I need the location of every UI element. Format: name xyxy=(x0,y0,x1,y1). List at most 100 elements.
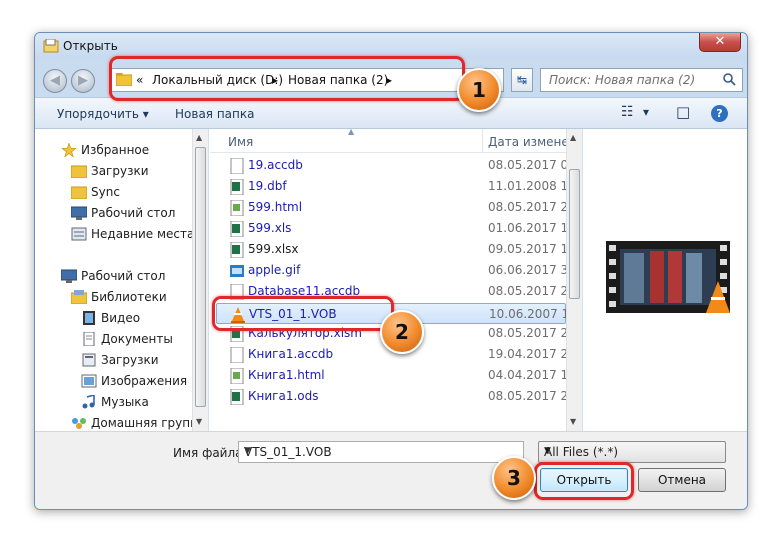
excel-file-icon xyxy=(230,389,244,405)
file-row[interactable]: 19.accdb 08.05.2017 0:19 xyxy=(210,155,566,176)
documents-icon xyxy=(83,332,95,346)
video-preview-thumbnail xyxy=(606,241,730,313)
library-icon xyxy=(71,290,87,304)
downloads-icon xyxy=(82,353,96,367)
back-button[interactable]: ◀ xyxy=(43,69,67,93)
content-area: Избранное Загрузки Sync Рабочий стол Нед… xyxy=(35,127,747,431)
excel-file-icon xyxy=(230,179,244,195)
close-button[interactable]: ✕ xyxy=(699,33,741,52)
html-file-icon xyxy=(230,200,244,216)
file-row[interactable]: Книга1.ods 08.05.2017 21:17 xyxy=(210,386,566,407)
star-icon xyxy=(61,143,77,157)
column-name[interactable]: Имя xyxy=(228,135,253,149)
nav-label: Загрузки xyxy=(101,353,159,367)
file-name: 599.xls xyxy=(248,221,292,235)
file-name: 19.accdb xyxy=(248,158,303,172)
nav-label: Недавние места xyxy=(91,227,195,241)
file-row[interactable]: 599.html 08.05.2017 21:45 xyxy=(210,197,566,218)
file-date: 09.05.2017 18:50 xyxy=(488,242,566,256)
step-badge-1: 1 xyxy=(457,68,501,112)
preview-pane-icon[interactable]: □ xyxy=(676,103,690,121)
search-box[interactable]: Поиск: Новая папка (2) xyxy=(540,68,743,92)
filetype-select[interactable]: All Files (*.*) ▼ xyxy=(538,441,726,463)
music-icon xyxy=(82,395,95,409)
scroll-down-arrow[interactable]: ▼ xyxy=(570,417,576,426)
forward-button[interactable]: ▶ xyxy=(71,69,95,93)
search-input[interactable]: Поиск: Новая папка (2) xyxy=(549,73,695,87)
nav-label: Музыка xyxy=(101,395,149,409)
nav-scrollbar[interactable]: ▲ ▼ xyxy=(192,129,208,431)
search-icon xyxy=(723,73,736,86)
annotation-highlight-file xyxy=(212,296,394,331)
command-bar: Упорядочить ▾ Новая папка ☷ ▾ □ ? xyxy=(35,97,747,129)
gif-file-icon xyxy=(230,265,244,277)
scroll-up-arrow[interactable]: ▲ xyxy=(570,133,576,142)
file-date: 11.01.2008 12:04 xyxy=(488,179,566,193)
file-name: 19.dbf xyxy=(248,179,287,193)
chevron-down-icon[interactable]: ▼ xyxy=(244,446,519,456)
file-name: Книга1.html xyxy=(248,368,325,382)
help-icon[interactable]: ? xyxy=(711,105,728,122)
step-badge-3: 3 xyxy=(492,456,536,500)
cancel-button[interactable]: Отмена xyxy=(638,468,726,492)
scroll-thumb[interactable] xyxy=(195,147,206,407)
file-date: 08.05.2017 21:17 xyxy=(488,389,566,403)
filename-input[interactable]: VTS_01_1.VOB ▼ xyxy=(238,441,524,463)
folder-icon xyxy=(71,165,87,178)
file-name: apple.gif xyxy=(248,263,301,277)
images-icon xyxy=(81,374,97,388)
file-row[interactable]: 19.dbf 11.01.2008 12:04 xyxy=(210,176,566,197)
desktop-icon xyxy=(61,269,77,283)
file-date: 04.04.2017 13:45 xyxy=(488,368,566,382)
step-badge-2: 2 xyxy=(380,310,424,354)
scroll-up-arrow[interactable]: ▲ xyxy=(196,133,202,142)
navigation-pane: Избранное Загрузки Sync Рабочий стол Нед… xyxy=(35,129,209,431)
view-dropdown-arrow[interactable]: ▾ xyxy=(643,105,649,119)
file-name: Книга1.ods xyxy=(248,389,319,403)
nav-label: Видео xyxy=(101,311,141,325)
file-name: 599.xlsx xyxy=(248,242,299,256)
open-file-dialog: Открыть ✕ ◀ ▶ « Локальный диск (D:) ▸ Но… xyxy=(34,32,748,510)
column-date[interactable]: Дата изменен xyxy=(488,135,577,149)
desktop-icon xyxy=(71,206,87,220)
file-list: Имя ▲ Дата изменен 19.accdb 08.05.2017 0… xyxy=(210,127,582,431)
access-file-icon xyxy=(230,158,244,174)
annotation-highlight-address xyxy=(109,56,465,101)
nav-label: Домашняя группа xyxy=(91,416,206,430)
sort-arrow-icon: ▲ xyxy=(348,127,355,136)
file-list-scrollbar[interactable]: ▲ ▼ xyxy=(566,129,582,431)
file-date: 19.04.2017 20:45 xyxy=(488,347,566,361)
annotation-highlight-open xyxy=(534,462,634,500)
homegroup-icon xyxy=(72,418,86,429)
html-file-icon xyxy=(230,368,244,384)
folder-icon xyxy=(71,186,87,199)
nav-label: Документы xyxy=(101,332,173,346)
file-name: 599.html xyxy=(248,200,303,214)
file-row[interactable]: Книга1.html 04.04.2017 13:45 xyxy=(210,365,566,386)
new-folder-button[interactable]: Новая папка xyxy=(175,107,254,121)
recent-places-icon xyxy=(71,227,87,241)
window-title: Открыть xyxy=(63,39,118,53)
refresh-button[interactable]: ↹ xyxy=(511,68,533,92)
column-divider[interactable] xyxy=(482,129,483,153)
file-date: 08.05.2017 0:19 xyxy=(488,158,566,172)
file-date: 01.06.2017 16:31 xyxy=(488,221,566,235)
view-icon[interactable]: ☷ xyxy=(621,104,634,120)
app-icon xyxy=(43,39,59,53)
scroll-down-arrow[interactable]: ▼ xyxy=(196,417,202,426)
chevron-down-icon[interactable]: ▼ xyxy=(544,446,720,456)
nav-label: Рабочий стол xyxy=(91,206,176,220)
preview-pane xyxy=(582,129,747,431)
file-date: 10.06.2007 12:33 xyxy=(489,307,567,321)
organize-menu[interactable]: Упорядочить ▾ xyxy=(57,107,149,121)
file-name: Книга1.accdb xyxy=(248,347,334,361)
file-date: 06.06.2017 3:59 xyxy=(488,263,566,277)
nav-label: Изображения xyxy=(101,374,188,388)
filename-label: Имя файла: xyxy=(173,446,247,460)
scroll-thumb[interactable] xyxy=(569,169,580,299)
file-row[interactable]: 599.xls 01.06.2017 16:31 xyxy=(210,218,566,239)
file-row[interactable]: 599.xlsx 09.05.2017 18:50 xyxy=(210,239,566,260)
excel-file-icon xyxy=(230,242,244,258)
access-file-icon xyxy=(230,347,244,363)
file-row[interactable]: apple.gif 06.06.2017 3:59 xyxy=(210,260,566,281)
